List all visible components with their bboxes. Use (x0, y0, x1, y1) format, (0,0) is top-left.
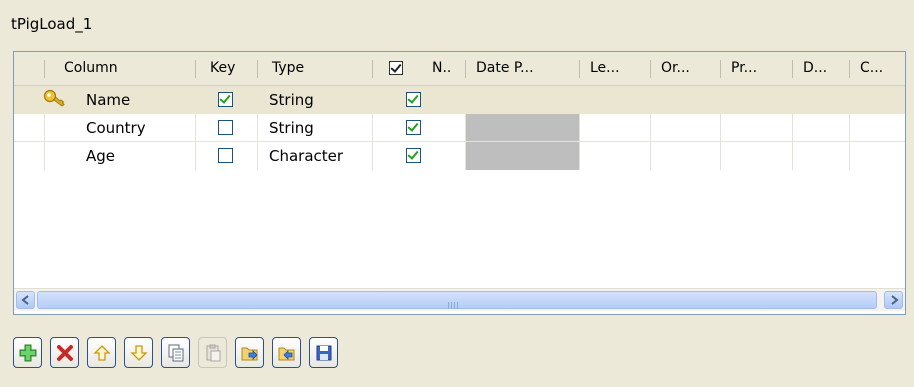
cell-divider (257, 142, 258, 170)
nullable-checkbox[interactable] (406, 120, 421, 135)
paste-icon (206, 344, 221, 362)
export-icon (278, 347, 295, 361)
paste-button[interactable] (198, 337, 227, 368)
horizontal-scrollbar[interactable] (14, 288, 905, 311)
header-separator (44, 60, 45, 78)
cell-column[interactable]: Country (86, 114, 146, 142)
table-header: Column Key Type N.. Date P... Le... Or..… (14, 52, 905, 86)
date-pattern-cell-disabled (466, 142, 579, 170)
scroll-grip-icon (448, 297, 464, 309)
scroll-thumb[interactable] (37, 291, 877, 309)
cell-column[interactable]: Age (86, 142, 115, 170)
import-icon (241, 347, 258, 361)
remove-button[interactable] (50, 337, 79, 368)
cell-divider (849, 114, 850, 142)
header-nullable[interactable]: N.. (422, 52, 464, 85)
add-button[interactable] (13, 337, 42, 368)
nullable-select-all-checkbox[interactable] (389, 61, 403, 75)
cell-column[interactable]: Name (86, 86, 130, 114)
copy-button[interactable] (161, 337, 190, 368)
header-comment[interactable]: C... (850, 52, 905, 85)
move-down-button[interactable] (124, 337, 153, 368)
cell-divider (650, 114, 651, 142)
export-button[interactable] (272, 337, 301, 368)
plus-icon (19, 344, 37, 362)
arrow-down-icon (130, 345, 148, 361)
header-default[interactable]: D... (793, 52, 849, 85)
date-pattern-cell-disabled (466, 114, 579, 142)
header-separator (195, 60, 196, 78)
header-separator (257, 60, 258, 78)
cell-divider (579, 142, 580, 170)
key-checkbox[interactable] (218, 92, 233, 107)
header-original-length[interactable]: Or... (651, 52, 721, 85)
nullable-checkbox[interactable] (406, 92, 421, 107)
key-checkbox[interactable] (218, 120, 233, 135)
cell-divider (579, 114, 580, 142)
cell-divider (372, 142, 373, 170)
import-button[interactable] (235, 337, 264, 368)
header-separator (372, 60, 373, 78)
header-type[interactable]: Type (262, 52, 362, 85)
save-button[interactable] (309, 337, 338, 368)
table-row[interactable]: Country String (14, 114, 905, 142)
scroll-left-button[interactable] (16, 291, 35, 309)
cell-divider (720, 114, 721, 142)
component-title: tPigLoad_1 (11, 15, 93, 33)
cell-type[interactable]: String (269, 86, 314, 114)
cell-divider (44, 142, 45, 170)
header-column[interactable]: Column (54, 52, 194, 85)
scroll-right-button[interactable] (884, 291, 903, 309)
header-key[interactable]: Key (200, 52, 260, 85)
cell-divider (44, 114, 45, 142)
schema-table: Column Key Type N.. Date P... Le... Or..… (13, 51, 906, 315)
move-up-button[interactable] (87, 337, 116, 368)
header-length[interactable]: Le... (580, 52, 648, 85)
save-icon (316, 345, 332, 361)
key-icon (43, 89, 65, 107)
arrow-up-icon (93, 345, 111, 361)
cell-divider (792, 114, 793, 142)
cell-type[interactable]: Character (269, 142, 343, 170)
header-date-pattern[interactable]: Date P... (466, 52, 576, 85)
cell-divider (792, 142, 793, 170)
cell-divider (650, 142, 651, 170)
header-row-handle (14, 52, 44, 85)
key-checkbox[interactable] (218, 148, 233, 163)
cell-type[interactable]: String (269, 114, 314, 142)
cell-divider (720, 142, 721, 170)
cell-divider (195, 114, 196, 142)
chevron-left-icon (21, 295, 29, 305)
chevron-right-icon (891, 295, 899, 305)
cell-divider (257, 114, 258, 142)
cell-divider (849, 142, 850, 170)
cell-divider (372, 114, 373, 142)
copy-icon (168, 344, 184, 362)
cell-divider (195, 142, 196, 170)
table-row[interactable]: Name String (14, 86, 905, 114)
table-row[interactable]: Age Character (14, 142, 905, 170)
delete-x-icon (57, 345, 73, 361)
header-precision[interactable]: Pr... (721, 52, 791, 85)
nullable-checkbox[interactable] (406, 148, 421, 163)
